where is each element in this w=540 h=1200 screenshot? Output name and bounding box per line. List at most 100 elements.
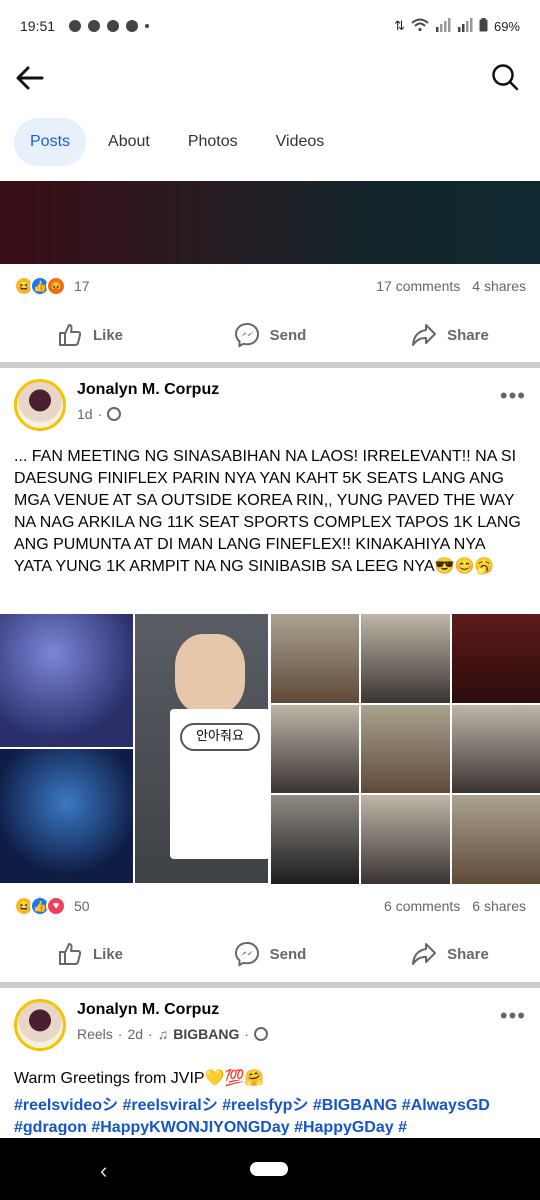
avatar[interactable]: [14, 379, 66, 431]
system-back-button[interactable]: ‹: [100, 1158, 107, 1184]
status-time: 19:51: [20, 18, 56, 34]
battery-percent: 69%: [493, 18, 520, 34]
globe-icon: [107, 407, 122, 421]
photo-crowd[interactable]: [361, 614, 450, 703]
thumbs-up-icon: [58, 324, 82, 346]
send-button[interactable]: Send: [180, 931, 360, 977]
search-icon: [492, 64, 519, 91]
reaction-count[interactable]: 17: [74, 278, 90, 294]
share-arrow-icon: [412, 324, 437, 346]
post-meta: 1d ·: [77, 406, 122, 422]
photo-collage-left: 안아줘요: [0, 614, 268, 884]
post2-text: ... FAN MEETING NG SINASABIHAN NA LAOS! …: [14, 448, 521, 575]
poster-name[interactable]: Jonalyn M. Corpuz: [77, 1001, 219, 1019]
share-button[interactable]: Share: [360, 312, 540, 358]
globe-icon: [254, 1027, 269, 1041]
post-time[interactable]: 1d: [77, 406, 93, 422]
battery-icon: [479, 17, 488, 35]
system-home-button[interactable]: [250, 1162, 288, 1176]
post3-text: Warm Greetings from JVIP💛💯🤗: [14, 1070, 265, 1087]
search-button[interactable]: [490, 62, 522, 94]
music-note-icon: ♫: [157, 1026, 169, 1042]
tab-videos[interactable]: Videos: [260, 118, 341, 166]
post2-reactions-row: 😆 👍 ♥ 50 6 comments 6 shares: [14, 891, 526, 921]
send-label: Send: [269, 945, 307, 963]
more-options-button[interactable]: •••: [500, 383, 526, 409]
photo-crowd[interactable]: [451, 614, 540, 703]
post-time[interactable]: 2d: [127, 1026, 143, 1042]
photo-concert-stage[interactable]: [0, 614, 133, 747]
wifi-icon: [411, 18, 429, 35]
messenger-icon: [234, 322, 259, 348]
messenger-icon: [107, 20, 120, 32]
shares-count[interactable]: 4 shares: [472, 278, 526, 294]
hashtag[interactable]: #: [398, 1119, 407, 1135]
person-face: [175, 634, 245, 714]
post1-reactions-row: 😆 👍 😡 17 17 comments 4 shares: [14, 271, 526, 301]
back-button[interactable]: [14, 62, 50, 94]
like-label: Like: [92, 326, 123, 344]
shares-count[interactable]: 6 shares: [472, 898, 526, 914]
sign-card: 안아줘요: [170, 709, 268, 859]
hashtag[interactable]: #HappyKWONJIYONGDay: [91, 1119, 289, 1135]
messenger-icon: [88, 20, 101, 32]
photo-crowd[interactable]: [271, 704, 360, 794]
send-button[interactable]: Send: [180, 312, 360, 358]
comments-count[interactable]: 6 comments: [384, 898, 460, 914]
hashtag[interactable]: #HappyGDay: [294, 1119, 394, 1135]
hashtag[interactable]: #reelsvideoシ: [14, 1097, 118, 1114]
status-bar: 19:51 ⇅ 69%: [0, 0, 540, 52]
arrow-left-icon: [16, 66, 44, 90]
post2-header: Jonalyn M. Corpuz 1d · •••: [14, 379, 526, 439]
avatar[interactable]: [14, 999, 66, 1051]
hashtag[interactable]: #gdragon: [14, 1119, 87, 1135]
reaction-icons[interactable]: 😆 👍 😡: [14, 276, 66, 296]
status-right: ⇅ 69%: [394, 17, 520, 35]
post3-hashtags: #reelsvideoシ #reelsviralシ #reelsfypシ #BI…: [14, 1095, 526, 1135]
music-artist[interactable]: BIGBANG: [173, 1026, 239, 1042]
hashtag[interactable]: #reelsviralシ: [123, 1097, 218, 1114]
photo-crowd[interactable]: [451, 704, 540, 794]
tab-about[interactable]: About: [92, 118, 166, 166]
more-options-button[interactable]: •••: [500, 1003, 526, 1029]
signal-icon: [457, 17, 473, 35]
angry-reaction-icon: 😡: [46, 276, 66, 296]
top-bar: [0, 52, 540, 104]
notification-icons: [69, 20, 150, 32]
reaction-count[interactable]: 50: [74, 898, 90, 914]
thumbs-up-icon: [58, 943, 82, 965]
hashtag[interactable]: #reelsfypシ: [222, 1097, 308, 1114]
photo-crowd[interactable]: [361, 795, 450, 884]
photo-crowd[interactable]: [271, 614, 360, 703]
share-label: Share: [447, 945, 489, 963]
photo-crowd[interactable]: [451, 795, 540, 884]
post-divider: [0, 982, 540, 988]
chat-icon: [69, 20, 82, 32]
reaction-icons[interactable]: 😆 👍 ♥: [14, 896, 66, 916]
photo-person-with-sign[interactable]: 안아줘요: [135, 614, 268, 883]
poster-name[interactable]: Jonalyn M. Corpuz: [77, 381, 219, 399]
tab-posts[interactable]: Posts: [14, 118, 87, 166]
post-media-banner[interactable]: [0, 181, 540, 264]
photo-crowd[interactable]: [361, 704, 450, 794]
tab-photos[interactable]: Photos: [172, 118, 254, 166]
messenger-icon: [126, 20, 139, 32]
comments-count[interactable]: 17 comments: [376, 278, 460, 294]
signal-icon: [435, 17, 451, 35]
hashtag[interactable]: #AlwaysGD: [402, 1097, 490, 1114]
profile-tabs: Posts About Photos Videos: [14, 118, 340, 166]
share-button[interactable]: Share: [360, 931, 540, 977]
share-label: Share: [447, 326, 489, 344]
sign-text: 안아줘요: [180, 723, 260, 751]
system-nav-bar: ‹: [0, 1138, 540, 1200]
post-type[interactable]: Reels: [77, 1026, 113, 1042]
messenger-icon: [234, 941, 259, 967]
photo-venue-stage[interactable]: [0, 749, 133, 883]
like-button[interactable]: Like: [0, 931, 180, 977]
like-button[interactable]: Like: [0, 312, 180, 358]
hashtag[interactable]: #BIGBANG: [313, 1097, 397, 1114]
more-notifications-icon: [145, 24, 150, 28]
post2-actions: Like Send Share: [0, 931, 540, 977]
photo-crowd[interactable]: [271, 795, 360, 884]
love-reaction-icon: ♥: [46, 896, 66, 916]
